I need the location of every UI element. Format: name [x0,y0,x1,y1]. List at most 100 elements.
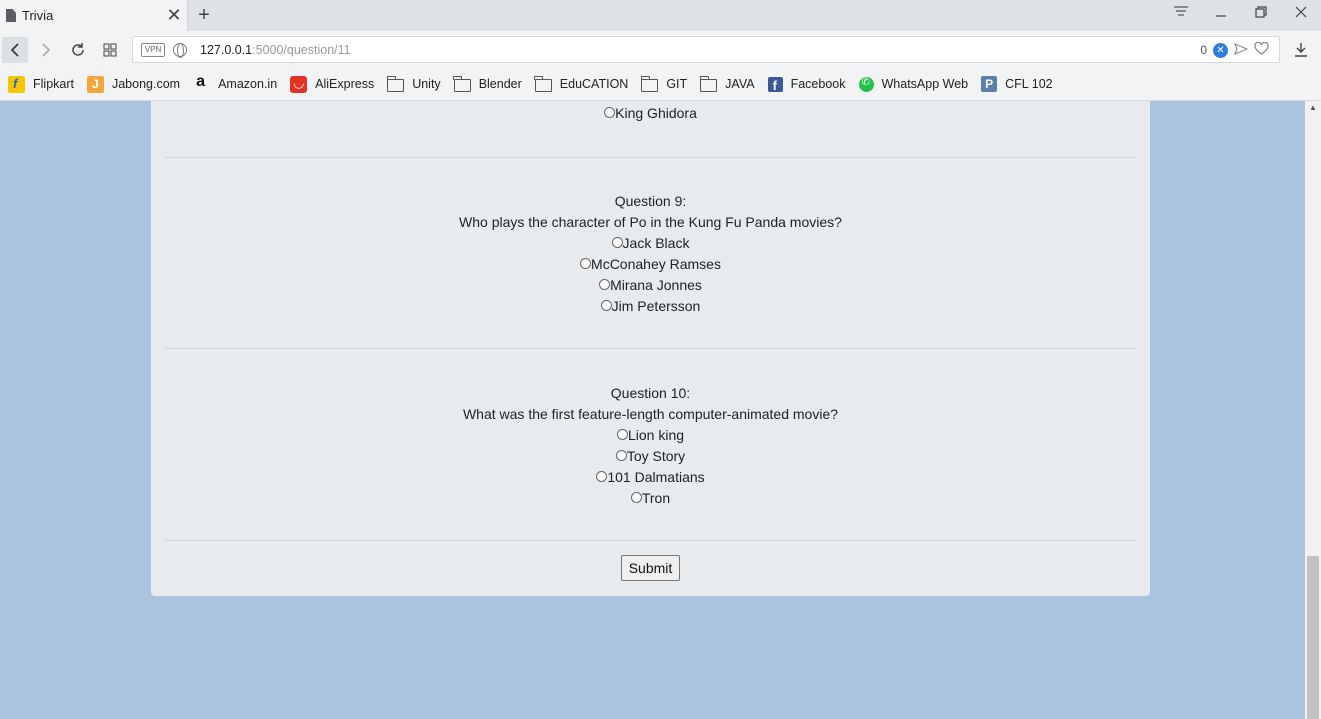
heart-icon[interactable] [1254,41,1269,58]
radio-button[interactable] [616,428,628,440]
answer-option[interactable]: 101 Dalmatians [165,467,1136,488]
divider [165,348,1136,349]
bookmark-item[interactable]: WhatsApp Web [858,76,969,92]
tab-trivia[interactable]: Trivia ✕ [0,0,188,31]
option-label: 101 Dalmatians [607,469,705,485]
radio-button[interactable] [630,491,642,503]
send-icon[interactable] [1234,42,1249,58]
bookmark-item[interactable]: Facebook [767,76,846,93]
question-10: Question 10: What was the first feature-… [165,383,1136,509]
bookmark-item[interactable]: CFL 102 [981,76,1053,92]
bookmark-item[interactable]: Amazon.in [193,73,277,93]
bookmark-item[interactable]: AliExpress [290,75,375,93]
question-9: Question 9: Who plays the character of P… [165,191,1136,317]
new-tab-button[interactable]: + [194,3,214,27]
close-window-icon[interactable] [1290,4,1312,26]
tracker-count: 0 [1200,43,1207,57]
bookmark-label: Blender [478,77,522,91]
page-viewport: King Ghidora Question 9: Who plays the c… [0,101,1305,719]
bookmark-label: Jabong.com [111,77,181,91]
back-button[interactable] [2,37,28,63]
p-icon [981,76,998,92]
answer-option[interactable]: Tron [165,488,1136,509]
bookmark-label: CFL 102 [1005,77,1053,91]
answer-option[interactable]: King Ghidora [165,103,1136,124]
answer-option[interactable]: Jack Black [165,233,1136,254]
folder-icon [699,75,718,92]
address-bar[interactable]: VPN 127.0.0.1:5000/question/11 0 ✕ [132,36,1280,63]
divider [165,157,1136,158]
url-host: 127.0.0.1 [200,43,253,57]
question-8-tail: King Ghidora [165,103,1136,124]
close-tab-icon[interactable]: ✕ [165,5,183,25]
bookmark-label: JAVA [725,77,755,91]
ad-block-icon[interactable]: ✕ [1213,42,1228,58]
folder-icon [534,75,552,92]
option-label: Jack Black [622,235,690,251]
vpn-badge[interactable]: VPN [141,43,165,57]
reload-button[interactable] [65,37,91,63]
answer-option[interactable]: Jim Petersson [165,296,1136,317]
vertical-scrollbar[interactable]: ▲ [1305,101,1321,719]
question-number: Question 9: [614,193,687,209]
bookmark-item[interactable]: JAVA [699,75,755,92]
forward-button[interactable] [33,37,59,63]
restore-icon[interactable] [1250,4,1272,26]
tab-menu-icon[interactable] [1170,4,1192,26]
aliexpress-icon [290,75,308,93]
page-icon [6,9,16,22]
folder-icon [453,75,471,92]
bookmark-item[interactable]: Jabong.com [86,75,181,93]
amazon-icon [193,73,210,93]
url-text[interactable]: 127.0.0.1:5000/question/11 [200,43,351,57]
speed-dial-icon[interactable] [97,37,123,63]
globe-icon[interactable] [173,43,187,58]
bookmark-label: Flipkart [33,77,74,91]
option-label: Lion king [627,427,685,443]
option-label: Toy Story [626,448,686,464]
answer-option[interactable]: Toy Story [165,446,1136,467]
answer-option[interactable]: Mirana Jonnes [165,275,1136,296]
bookmark-item[interactable]: Unity [386,75,441,92]
bookmark-item[interactable]: Flipkart [8,75,74,93]
option-label: Jim Petersson [611,298,701,314]
bookmark-item[interactable]: Blender [453,75,522,92]
question-number: Question 10: [610,385,691,401]
radio-button[interactable] [580,257,592,269]
url-path: :5000/question/11 [252,43,351,57]
radio-button[interactable] [611,236,623,248]
download-icon[interactable] [1290,37,1312,63]
question-text: What was the first feature-length comput… [462,406,839,422]
bookmark-label: WhatsApp Web [881,77,969,91]
submit-button[interactable]: Submit [621,555,680,581]
folder-icon [641,75,659,92]
bookmark-label: Facebook [790,77,846,91]
bookmark-label: GIT [666,77,688,91]
bookmark-item[interactable]: GIT [641,75,688,92]
radio-button[interactable] [599,278,611,290]
facebook-icon [767,76,783,93]
scroll-thumb[interactable] [1307,556,1319,719]
flipkart-icon [8,75,25,93]
option-label: Tron [641,490,671,506]
bookmark-label: EduCATION [559,77,629,91]
radio-button[interactable] [615,449,627,461]
tab-title: Trivia [22,8,54,23]
radio-button[interactable] [596,470,608,482]
answer-option[interactable]: Lion king [165,425,1136,446]
divider [165,540,1136,541]
question-text: Who plays the character of Po in the Kun… [459,214,842,230]
bookmark-label: AliExpress [315,77,375,91]
jabong-icon [86,75,104,93]
bookmark-item[interactable]: EduCATION [534,75,629,92]
radio-button[interactable] [604,106,616,118]
bookmark-label: Unity [412,77,441,91]
scroll-up-arrow-icon[interactable]: ▲ [1309,103,1317,112]
bookmarks-bar: Flipkart Jabong.com Amazon.in AliExpress Uni… [0,68,1321,101]
answer-option[interactable]: McConahey Ramses [165,254,1136,275]
radio-button[interactable] [600,299,612,311]
option-label: McConahey Ramses [591,256,721,272]
minimize-icon[interactable] [1210,4,1232,26]
tab-strip: Trivia ✕ + [0,0,1321,31]
navigation-bar: VPN 127.0.0.1:5000/question/11 0 ✕ [0,31,1321,68]
